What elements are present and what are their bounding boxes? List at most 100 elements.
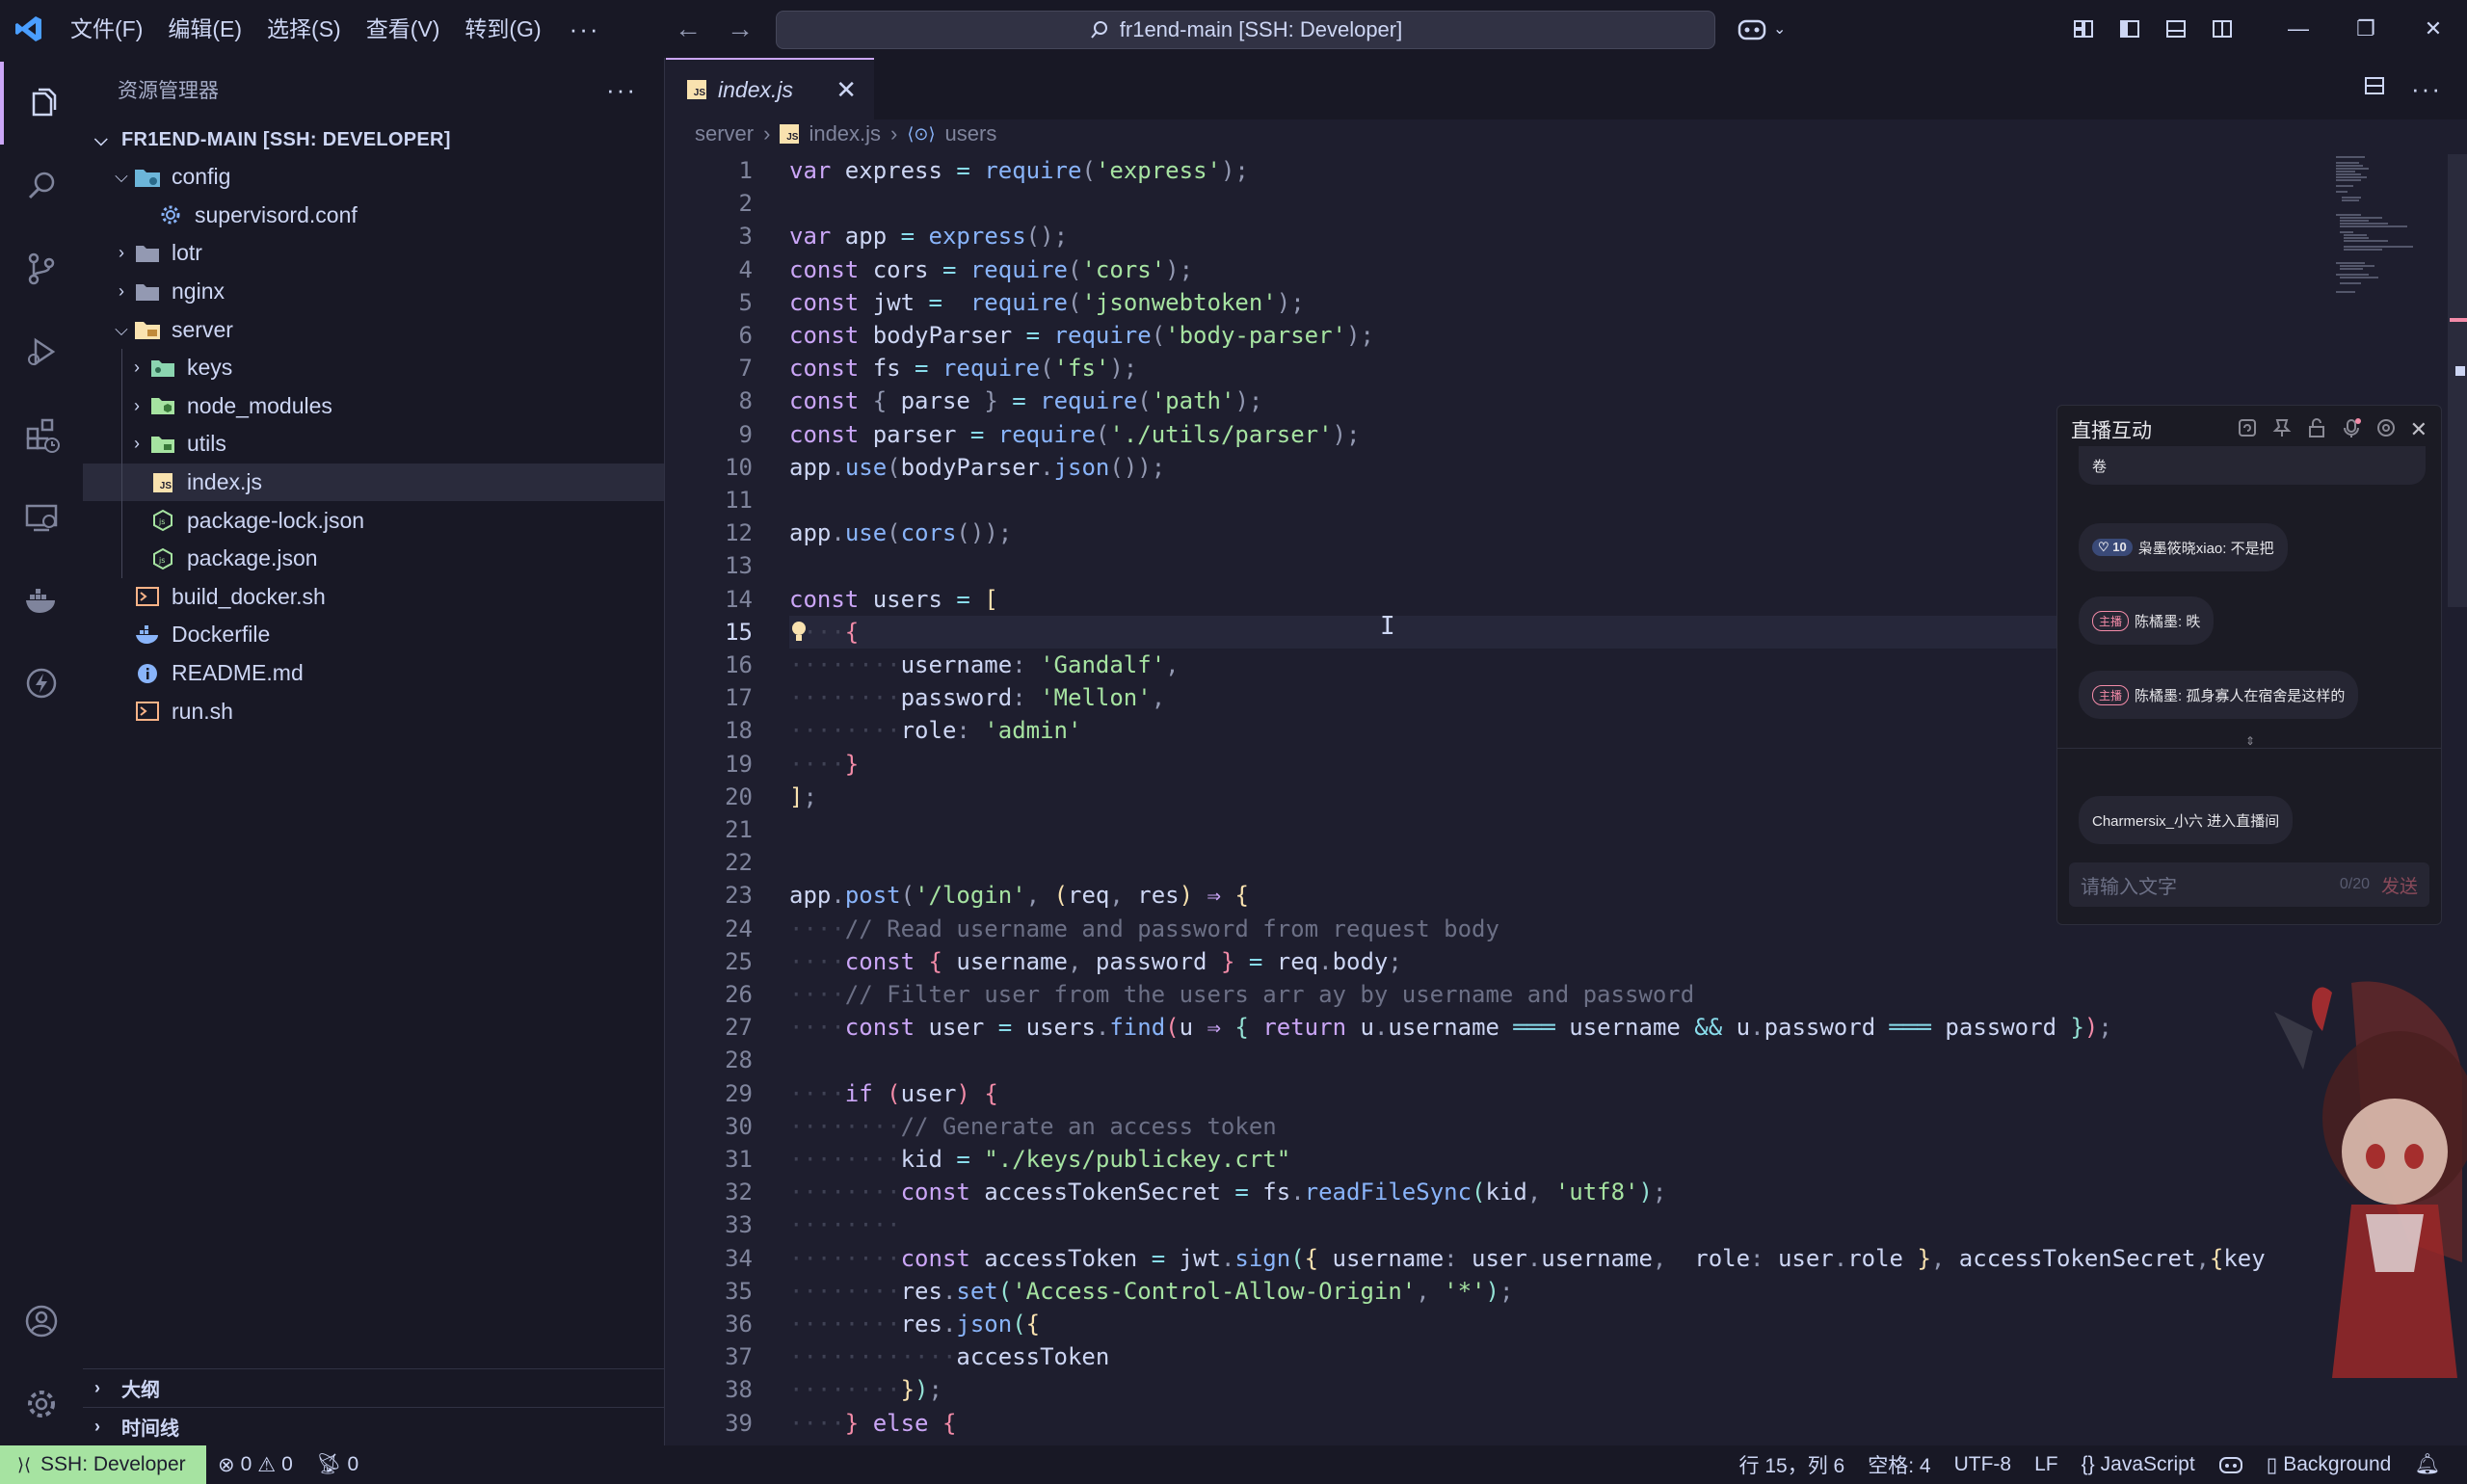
copilot-status-icon[interactable] <box>2207 1454 2255 1475</box>
language-mode[interactable]: {} JavaScript <box>2070 1453 2207 1476</box>
tree-item-package-lock[interactable]: js package-lock.json <box>83 501 664 540</box>
forward-arrow-icon[interactable]: → <box>727 13 754 44</box>
timeline-section[interactable]: › 时间线 <box>83 1407 665 1445</box>
error-icon: ⊗ <box>218 1453 235 1476</box>
tree-item-run-sh[interactable]: run.sh <box>83 692 664 730</box>
tree-item-keys[interactable]: › keys <box>83 348 664 387</box>
menu-bar: 文件(F) 编辑(E) 选择(S) 查看(V) 转到(G) ··· <box>58 0 616 58</box>
tree-item-dockerfile[interactable]: Dockerfile <box>83 616 664 654</box>
tab-index-js[interactable]: JS index.js ✕ <box>666 58 874 119</box>
menu-selection[interactable]: 选择(S) <box>254 0 354 58</box>
docker-icon[interactable] <box>0 559 83 642</box>
explorer-sidebar: 资源管理器 ··· ⌵ FR1END-MAIN [SSH: DEVELOPER]… <box>83 58 665 1445</box>
tree-item-config[interactable]: ⌵ config <box>83 158 664 197</box>
menu-go[interactable]: 转到(G) <box>452 0 553 58</box>
tree-item-index-js[interactable]: JS index.js <box>83 463 664 502</box>
line-number: 15 <box>725 618 753 646</box>
close-tab-icon[interactable]: ✕ <box>836 75 874 105</box>
code-line: ····// Read username and password from r… <box>789 914 1499 942</box>
overview-ruler[interactable] <box>2448 154 2467 607</box>
minimize-icon[interactable]: — <box>2265 0 2332 58</box>
code-line: ········const accessToken = jwt.sign({ u… <box>789 1244 2266 1272</box>
svg-text:js: js <box>158 556 165 565</box>
resize-handle-icon[interactable]: ⇕ <box>2057 733 2441 749</box>
toggle-primary-sidebar-icon[interactable] <box>2107 0 2153 58</box>
extensions-icon[interactable] <box>0 393 83 476</box>
source-control-icon[interactable] <box>0 227 83 310</box>
workspace-root[interactable]: ⌵ FR1END-MAIN [SSH: DEVELOPER] <box>83 121 664 158</box>
thunder-client-icon[interactable] <box>0 642 83 725</box>
menu-view[interactable]: 查看(V) <box>354 0 453 58</box>
code-line: const jwt = require('jsonwebtoken'); <box>789 288 1305 316</box>
tree-item-label: supervisord.conf <box>195 201 358 227</box>
minimap[interactable] <box>2336 156 2417 320</box>
tree-item-label: server <box>172 316 233 342</box>
menu-more[interactable]: ··· <box>554 0 616 58</box>
microphone-icon[interactable] <box>2341 417 2362 443</box>
close-icon[interactable]: ✕ <box>2410 417 2427 442</box>
run-debug-icon[interactable] <box>0 310 83 393</box>
end-of-line[interactable]: LF <box>2023 1453 2070 1476</box>
chat-message-text: 陈橘墨: 孤身寡人在宿舍是这样的 <box>2135 687 2346 704</box>
tree-item-label: config <box>172 164 231 190</box>
pin-icon[interactable] <box>2271 417 2293 443</box>
menu-file[interactable]: 文件(F) <box>58 0 155 58</box>
command-center[interactable]: fr1end-main [SSH: Developer] <box>776 11 1715 49</box>
line-number: 21 <box>725 816 753 843</box>
background-extension[interactable]: ▯ Background <box>2255 1453 2403 1477</box>
tree-item-build-docker[interactable]: build_docker.sh <box>83 578 664 617</box>
line-number: 13 <box>725 552 753 580</box>
lightbulb-icon[interactable] <box>789 620 809 645</box>
back-arrow-icon[interactable]: ← <box>675 13 702 44</box>
tree-item-label: run.sh <box>172 698 233 724</box>
breadcrumb-file[interactable]: index.js <box>809 121 881 146</box>
breadcrumb: server › JS index.js › ⟨⊙⟩ users <box>666 119 2467 148</box>
problems-indicator[interactable]: ⊗ 0 ⚠ 0 <box>206 1453 305 1477</box>
breadcrumb-symbol[interactable]: users <box>945 121 997 146</box>
tree-item-readme[interactable]: README.md <box>83 654 664 693</box>
code-line: ····} <box>789 750 860 778</box>
toggle-secondary-sidebar-icon[interactable] <box>2199 0 2245 58</box>
remote-indicator[interactable]: ⟩⟨ SSH: Developer <box>0 1445 206 1484</box>
tree-item-node-modules[interactable]: › node_modules <box>83 386 664 426</box>
tree-item-server[interactable]: ⌵ server <box>83 310 664 349</box>
toggle-panel-icon[interactable] <box>2153 0 2199 58</box>
remote-explorer-icon[interactable] <box>0 476 83 559</box>
code-line: ····const { username, password } = req.b… <box>789 947 1402 975</box>
explorer-icon[interactable] <box>0 62 83 145</box>
text-cursor-icon: I <box>1380 611 1395 641</box>
copilot-menu[interactable]: ⌄ <box>1737 13 1786 44</box>
tree-item-package-json[interactable]: js package.json <box>83 539 664 578</box>
tree-item-supervisord[interactable]: supervisord.conf <box>83 197 664 235</box>
cursor-position[interactable]: 行 15，列 6 <box>1728 1450 1857 1479</box>
close-window-icon[interactable]: ✕ <box>2400 0 2467 58</box>
js-file-icon: JS <box>780 124 800 144</box>
menu-edit[interactable]: 编辑(E) <box>155 0 254 58</box>
more-actions-icon[interactable]: ··· <box>606 75 637 105</box>
line-number: 27 <box>725 1014 753 1042</box>
tree-item-lotr[interactable]: › lotr <box>83 234 664 273</box>
editor-more-icon[interactable]: ··· <box>2411 74 2442 104</box>
breadcrumb-folder[interactable]: server <box>695 121 754 146</box>
outline-section[interactable]: › 大纲 <box>83 1368 665 1407</box>
customize-layout-icon[interactable] <box>2060 0 2107 58</box>
indentation[interactable]: 空格: 4 <box>1856 1450 1942 1479</box>
host-badge: 主播 <box>2092 610 2130 631</box>
refresh-icon[interactable] <box>2237 417 2258 443</box>
restore-icon[interactable]: ❐ <box>2332 0 2400 58</box>
settings-icon[interactable] <box>2375 417 2397 443</box>
shell-file-icon <box>133 584 162 609</box>
lock-icon[interactable] <box>2306 417 2327 443</box>
settings-gear-icon[interactable] <box>0 1363 83 1445</box>
search-icon[interactable] <box>0 145 83 227</box>
accounts-icon[interactable] <box>0 1280 83 1363</box>
split-editor-icon[interactable] <box>2363 74 2386 104</box>
line-number: 38 <box>725 1376 753 1404</box>
send-button[interactable]: 发送 <box>2381 872 2418 898</box>
chat-input[interactable]: 请输入文字 0/20 发送 <box>2069 862 2429 907</box>
tree-item-utils[interactable]: › utils <box>83 425 664 464</box>
tree-item-nginx[interactable]: › nginx <box>83 273 664 311</box>
notifications-bell-icon[interactable]: 🔔︎ <box>2402 1453 2452 1476</box>
encoding[interactable]: UTF-8 <box>1943 1453 2024 1476</box>
ports-indicator[interactable]: 📡︎ 0 <box>305 1453 370 1476</box>
